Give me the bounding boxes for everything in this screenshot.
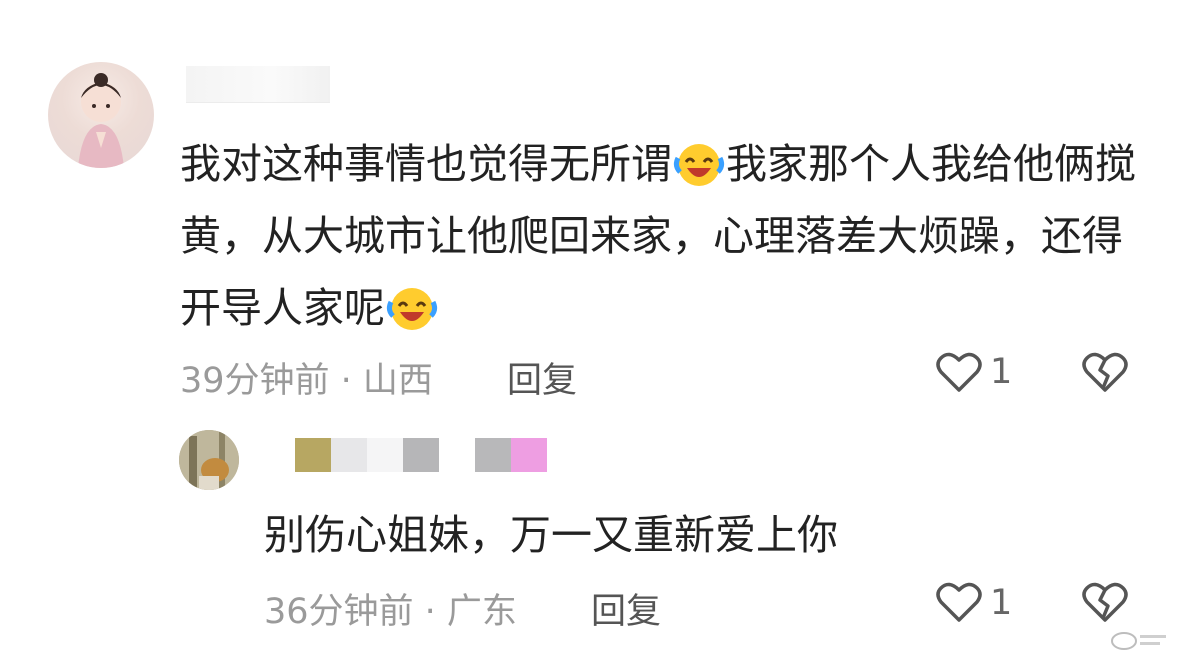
like-count: 1	[990, 352, 1013, 392]
mosaic-block	[331, 438, 367, 472]
mosaic-block	[403, 438, 439, 472]
laughing-crying-emoji-icon	[386, 288, 438, 330]
reply-button[interactable]: 回复	[507, 352, 577, 403]
mosaic-block	[249, 438, 295, 472]
mosaic-block	[367, 438, 403, 472]
replier-avatar[interactable]	[179, 430, 239, 490]
comment-time-location: 39分钟前 · 山西	[180, 361, 433, 401]
mosaic-block	[439, 438, 475, 472]
heart-like-icon[interactable]	[935, 580, 983, 626]
commenter-avatar[interactable]	[48, 62, 154, 168]
broken-heart-dislike-icon[interactable]	[1081, 580, 1129, 626]
heart-like-icon[interactable]	[935, 350, 983, 396]
broken-heart-dislike-icon[interactable]	[1081, 350, 1129, 396]
watermark-logo-icon	[1111, 632, 1166, 650]
laughing-crying-emoji-icon	[673, 144, 725, 186]
comment-text-part1: 我对这种事情也觉得无所谓	[180, 140, 672, 188]
avatar-photo-icon	[179, 430, 239, 490]
comment-text: 我对这种事情也觉得无所谓 我家那个人我给他俩搅黄，从大城市让他爬回来家，心理落差…	[180, 128, 1140, 344]
avatar-illustration-icon	[78, 73, 124, 168]
mosaic-block	[295, 438, 331, 472]
commenter-username-blurred[interactable]	[186, 66, 330, 103]
reply-text: 别伤心姐妹，万一又重新爱上你	[264, 511, 838, 559]
replier-username-mosaic[interactable]	[249, 438, 547, 472]
like-count: 1	[990, 583, 1013, 623]
reply-button[interactable]: 回复	[591, 583, 661, 634]
mosaic-block	[475, 438, 511, 472]
reply-time-location: 36分钟前 · 广东	[264, 592, 517, 632]
mosaic-block	[511, 438, 547, 472]
